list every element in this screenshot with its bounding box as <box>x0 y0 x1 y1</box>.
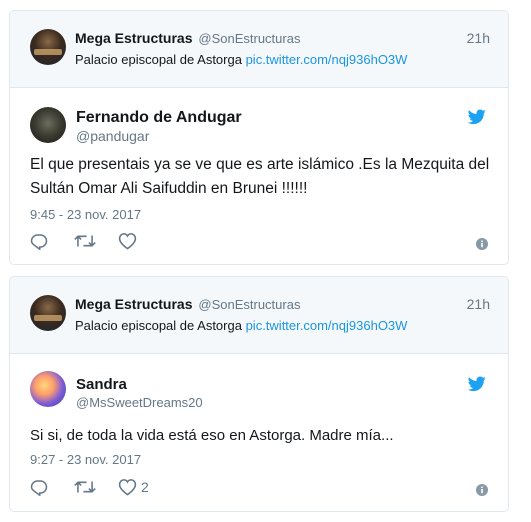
tweet-actions <box>30 231 488 251</box>
quoted-text-line: Palacio episcopal de Astorga pic.twitter… <box>75 52 407 67</box>
quoted-name[interactable]: Mega Estructuras <box>75 296 192 312</box>
reply-button[interactable] <box>30 231 48 251</box>
quoted-avatar[interactable] <box>30 29 66 65</box>
retweet-icon <box>74 235 96 247</box>
quoted-tweet[interactable]: Mega Estructuras @SonEstructuras 21h Pal… <box>10 11 508 88</box>
quoted-header: Mega Estructuras @SonEstructuras 21h <box>75 30 490 46</box>
quoted-avatar[interactable] <box>30 295 66 331</box>
retweet-button[interactable] <box>74 477 96 497</box>
quoted-link[interactable]: pic.twitter.com/nqj936hO3W <box>246 52 408 67</box>
retweet-icon <box>74 481 96 493</box>
like-icon <box>118 233 137 250</box>
author-avatar[interactable] <box>30 371 66 407</box>
retweet-button[interactable] <box>74 231 96 251</box>
tweet-card: Mega Estructuras @SonEstructuras 21h Pal… <box>9 10 509 265</box>
info-icon <box>476 484 488 496</box>
author-handle[interactable]: @pandugar <box>76 128 149 144</box>
twitter-bird-icon[interactable] <box>468 376 486 392</box>
reply-button[interactable] <box>30 477 48 497</box>
tweet-text: El que presentais ya se ve que es arte i… <box>30 156 490 197</box>
quoted-time[interactable]: 21h <box>467 296 490 312</box>
quoted-header: Mega Estructuras @SonEstructuras 21h <box>75 296 490 312</box>
quoted-handle[interactable]: @SonEstructuras <box>198 31 300 46</box>
tweet-text: Si si, de toda la vida está eso en Astor… <box>30 427 394 444</box>
quoted-text: Palacio episcopal de Astorga <box>75 52 242 67</box>
author-avatar[interactable] <box>30 107 66 143</box>
tweet-card: Mega Estructuras @SonEstructuras 21h Pal… <box>9 276 509 512</box>
like-button[interactable]: 2 <box>118 477 149 497</box>
tweet-date[interactable]: 9:27 - 23 nov. 2017 <box>30 452 141 467</box>
like-icon <box>118 479 137 496</box>
reply-icon <box>30 234 48 250</box>
info-button[interactable] <box>476 480 488 500</box>
quoted-link[interactable]: pic.twitter.com/nqj936hO3W <box>246 318 408 333</box>
like-button[interactable] <box>118 231 141 251</box>
quoted-handle[interactable]: @SonEstructuras <box>198 297 300 312</box>
tweet-actions: 2 <box>30 477 488 497</box>
quoted-name[interactable]: Mega Estructuras <box>75 30 192 46</box>
tweet-date[interactable]: 9:45 - 23 nov. 2017 <box>30 207 141 222</box>
quoted-time[interactable]: 21h <box>467 30 490 46</box>
quoted-tweet[interactable]: Mega Estructuras @SonEstructuras 21h Pal… <box>10 277 508 354</box>
author-handle[interactable]: @MsSweetDreams20 <box>76 395 203 410</box>
quoted-text: Palacio episcopal de Astorga <box>75 318 242 333</box>
twitter-bird-icon[interactable] <box>468 109 486 125</box>
quoted-text-line: Palacio episcopal de Astorga pic.twitter… <box>75 318 407 333</box>
reply-icon <box>30 480 48 496</box>
author-name[interactable]: Fernando de Andugar <box>76 109 242 127</box>
info-button[interactable] <box>476 234 488 254</box>
info-icon <box>476 238 488 250</box>
author-name[interactable]: Sandra <box>76 376 127 393</box>
like-count: 2 <box>141 479 149 495</box>
